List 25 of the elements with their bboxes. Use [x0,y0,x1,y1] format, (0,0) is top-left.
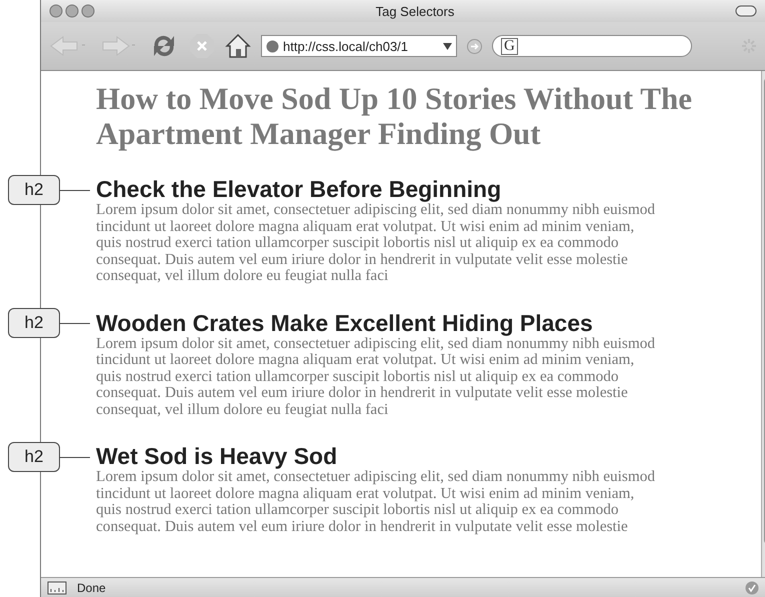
address-field[interactable]: http://css.local/ch03/1 [261,35,457,57]
tag-callout: h2 [8,174,60,204]
body-paragraph: Lorem ipsum dolor sit amet, consectetuer adipiscing elit, sed diam nonummy nibh euismod tincidunt ut laoreet dolore magna aliquam erat volutpat. Ut wisi enim ad minim veniam, quis nostrud exerci tation ullamcorper suscipit lobortis nisl ut aliquip ex ea commodo consequat. Duis autem vel eum iriure dolor in hendrerit in vulputate velit esse molestie consequat, vel illum dolore eu feugiat nulla faci [96,202,656,284]
tag-callout: h2 [8,442,60,472]
page-heading: How to Move Sod Up 10 Stories Without The Apartment Manager Finding Out [96,81,693,151]
section-heading: Check the Elevator Before Beginning [96,177,502,201]
body-paragraph: Lorem ipsum dolor sit amet, consectetuer adipiscing elit, sed diam nonummy nibh euismod tincidunt ut laoreet dolore magna aliquam erat volutpat. Ut wisi enim ad minim veniam, quis nostrud exerci tation ullamcorper suscipit lobortis nisl ut aliquip ex ea commodo consequat. Duis autem vel eum iriure dolor in hendrerit in vulputate velit esse molestie [96,469,656,535]
globe-icon [266,40,279,52]
dropdown-caret-icon[interactable] [443,42,452,50]
go-icon[interactable] [467,38,482,54]
section-heading: Wooden Crates Make Excellent Hiding Places [96,310,593,334]
check-icon [745,580,759,594]
leader-line [60,456,90,458]
search-field[interactable]: G [492,35,692,57]
window-controls-icon[interactable] [49,4,95,18]
toolbar-toggle-icon[interactable] [735,5,757,17]
section-heading: Wet Sod is Heavy Sod [96,444,338,468]
status-text: Done [77,580,107,594]
leader-line [60,323,90,324]
tag-callout: h2 [8,308,60,338]
search-engine-logo: G [501,38,518,54]
status-panel-icon[interactable] [47,580,67,594]
window-title: Tag Selectors [374,4,456,18]
body-paragraph: Lorem ipsum dolor sit amet, consectetuer adipiscing elit, sed diam nonummy nibh euismod tincidunt ut laoreet dolore magna aliquam erat volutpat. Ut wisi enim ad minim veniam, quis nostrud exerci tation ullamcorper suscipit lobortis nisl ut aliquip ex ea commodo consequat. Duis autem vel eum iriure dolor in hendrerit in vulputate velit esse molestie consequat, vel illum dolore eu feugiat nulla faci [96,336,656,418]
home-icon[interactable] [225,33,251,59]
